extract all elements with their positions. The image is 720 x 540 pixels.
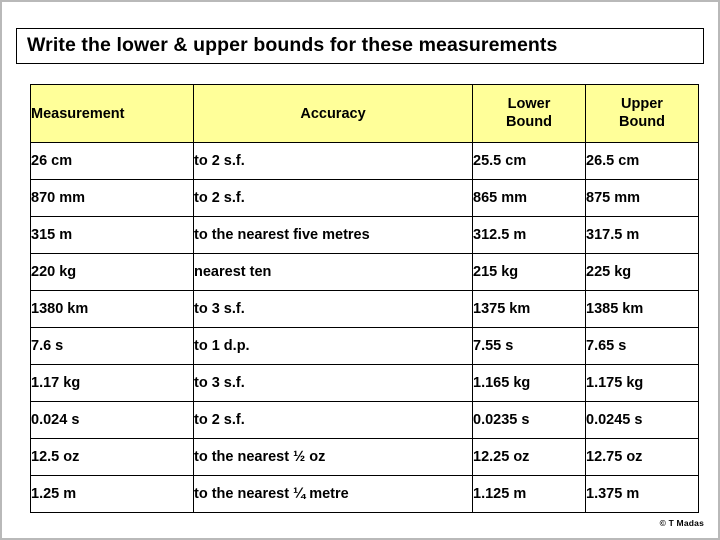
cell-lower-bound: 312.5 m bbox=[472, 216, 586, 254]
cell-lower-bound: 0.0235 s bbox=[472, 401, 586, 439]
cell-measurement: 12.5 oz bbox=[30, 438, 194, 476]
header-upper-bound-line1: Upper bbox=[621, 96, 663, 113]
slide-page: Write the lower & upper bounds for these… bbox=[0, 0, 720, 540]
table-row: 26 cm to 2 s.f. 25.5 cm 26.5 cm bbox=[30, 142, 699, 180]
cell-accuracy: to 2 s.f. bbox=[193, 142, 473, 180]
header-upper-bound-line2: Bound bbox=[619, 113, 665, 130]
cell-accuracy: to the nearest five metres bbox=[193, 216, 473, 254]
header-lower-bound: Lower Bound bbox=[472, 84, 586, 143]
cell-upper-bound: 12.75 oz bbox=[585, 438, 699, 476]
cell-lower-bound: 12.25 oz bbox=[472, 438, 586, 476]
cell-lower-bound: 1.125 m bbox=[472, 475, 586, 513]
table-row: 1.17 kg to 3 s.f. 1.165 kg 1.175 kg bbox=[30, 364, 699, 402]
header-measurement: Measurement bbox=[30, 84, 194, 143]
table-row: 870 mm to 2 s.f. 865 mm 875 mm bbox=[30, 179, 699, 217]
cell-accuracy: to 3 s.f. bbox=[193, 290, 473, 328]
cell-lower-bound: 215 kg bbox=[472, 253, 586, 291]
table-row: 1.25 m to the nearest ¼ metre 1.125 m 1.… bbox=[30, 475, 699, 513]
table-body: 26 cm to 2 s.f. 25.5 cm 26.5 cm 870 mm t… bbox=[30, 142, 699, 513]
cell-measurement: 1.17 kg bbox=[30, 364, 194, 402]
table-row: 220 kg nearest ten 215 kg 225 kg bbox=[30, 253, 699, 291]
cell-accuracy: to 3 s.f. bbox=[193, 364, 473, 402]
cell-measurement: 315 m bbox=[30, 216, 194, 254]
cell-lower-bound: 865 mm bbox=[472, 179, 586, 217]
header-upper-bound: Upper Bound bbox=[585, 84, 699, 143]
cell-lower-bound: 1.165 kg bbox=[472, 364, 586, 402]
table-row: 12.5 oz to the nearest ½ oz 12.25 oz 12.… bbox=[30, 438, 699, 476]
cell-accuracy: to 2 s.f. bbox=[193, 179, 473, 217]
cell-upper-bound: 1.175 kg bbox=[585, 364, 699, 402]
cell-lower-bound: 7.55 s bbox=[472, 327, 586, 365]
cell-upper-bound: 1.375 m bbox=[585, 475, 699, 513]
table-header: Measurement Accuracy Lower Bound Upper B… bbox=[30, 84, 699, 143]
cell-lower-bound: 1375 km bbox=[472, 290, 586, 328]
cell-upper-bound: 875 mm bbox=[585, 179, 699, 217]
cell-accuracy: to the nearest ½ oz bbox=[193, 438, 473, 476]
table-row: 315 m to the nearest five metres 312.5 m… bbox=[30, 216, 699, 254]
header-lower-bound-line1: Lower bbox=[507, 96, 551, 113]
cell-upper-bound: 317.5 m bbox=[585, 216, 699, 254]
cell-accuracy: nearest ten bbox=[193, 253, 473, 291]
cell-measurement: 220 kg bbox=[30, 253, 194, 291]
table-row: 7.6 s to 1 d.p. 7.55 s 7.65 s bbox=[30, 327, 699, 365]
bounds-table: Measurement Accuracy Lower Bound Upper B… bbox=[30, 84, 699, 513]
cell-accuracy: to 2 s.f. bbox=[193, 401, 473, 439]
header-lower-bound-line2: Bound bbox=[506, 113, 552, 130]
cell-upper-bound: 7.65 s bbox=[585, 327, 699, 365]
page-title: Write the lower & upper bounds for these… bbox=[16, 28, 704, 64]
cell-measurement: 1380 km bbox=[30, 290, 194, 328]
cell-measurement: 870 mm bbox=[30, 179, 194, 217]
cell-upper-bound: 1385 km bbox=[585, 290, 699, 328]
cell-upper-bound: 225 kg bbox=[585, 253, 699, 291]
cell-measurement: 0.024 s bbox=[30, 401, 194, 439]
cell-lower-bound: 25.5 cm bbox=[472, 142, 586, 180]
copyright-credit: © T Madas bbox=[659, 518, 704, 528]
cell-upper-bound: 26.5 cm bbox=[585, 142, 699, 180]
cell-measurement: 7.6 s bbox=[30, 327, 194, 365]
table-row: 1380 km to 3 s.f. 1375 km 1385 km bbox=[30, 290, 699, 328]
cell-measurement: 26 cm bbox=[30, 142, 194, 180]
cell-upper-bound: 0.0245 s bbox=[585, 401, 699, 439]
table-header-row: Measurement Accuracy Lower Bound Upper B… bbox=[30, 84, 699, 143]
cell-measurement: 1.25 m bbox=[30, 475, 194, 513]
header-accuracy: Accuracy bbox=[193, 84, 473, 143]
cell-accuracy: to the nearest ¼ metre bbox=[193, 475, 473, 513]
table-row: 0.024 s to 2 s.f. 0.0235 s 0.0245 s bbox=[30, 401, 699, 439]
cell-accuracy: to 1 d.p. bbox=[193, 327, 473, 365]
